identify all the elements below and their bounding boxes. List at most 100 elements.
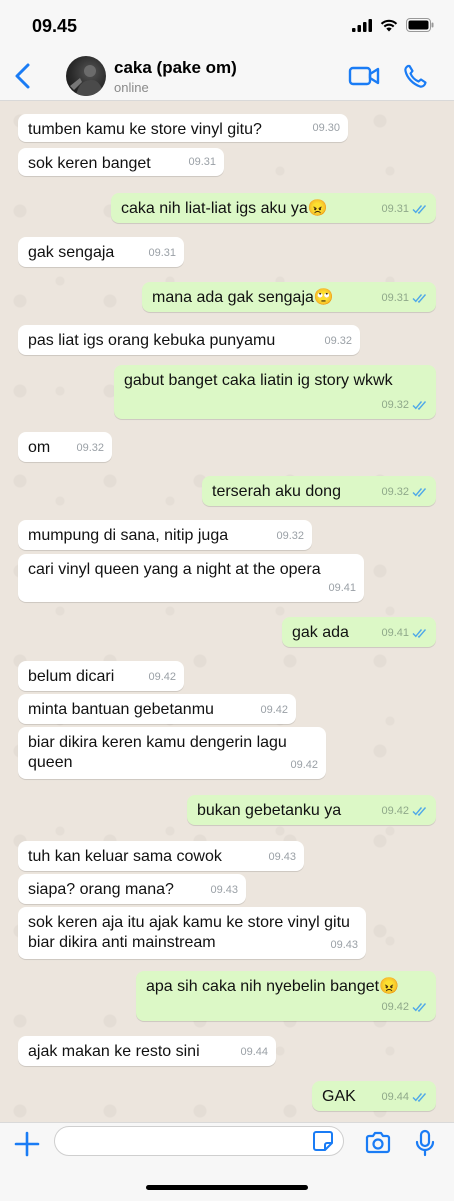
- video-call-icon[interactable]: [348, 62, 380, 90]
- message-time: 09.42: [148, 671, 176, 683]
- message-time: 09.31: [381, 203, 409, 215]
- plus-icon[interactable]: [14, 1131, 40, 1157]
- message-meta: 09.42: [381, 801, 428, 821]
- message-text: mumpung di sana, nitip juga: [28, 527, 229, 544]
- message-incoming[interactable]: ajak makan ke resto sini 09.44: [18, 1036, 276, 1066]
- message-text: terserah aku dong: [212, 483, 341, 500]
- contact-name[interactable]: caka (pake om): [114, 58, 237, 78]
- message-time: 09.32: [381, 399, 409, 411]
- message-incoming[interactable]: biar dikira keren kamu dengerin lagu que…: [18, 727, 326, 779]
- read-receipt-icon: [412, 1003, 427, 1012]
- read-receipt-icon: [412, 488, 427, 497]
- message-text: tumben kamu ke store vinyl gitu?: [28, 121, 262, 138]
- message-outgoing[interactable]: gak ada 09.41: [282, 617, 436, 647]
- message-text: sok keren banget: [28, 155, 151, 172]
- read-receipt-icon: [412, 629, 427, 638]
- read-receipt-icon: [412, 807, 427, 816]
- avatar[interactable]: [66, 56, 106, 96]
- message-incoming[interactable]: pas liat igs orang kebuka punyamu 09.32: [18, 325, 360, 355]
- message-time: 09.42: [260, 704, 288, 716]
- message-outgoing[interactable]: caka nih liat-liat igs aku ya😠 09.31: [111, 193, 436, 223]
- read-receipt-icon: [412, 294, 427, 303]
- message-incoming[interactable]: mumpung di sana, nitip juga 09.32: [18, 520, 312, 550]
- message-outgoing[interactable]: bukan gebetanku ya 09.42: [187, 795, 436, 825]
- signal-icon: [352, 18, 372, 32]
- message-incoming[interactable]: belum dicari 09.42: [18, 661, 184, 691]
- message-outgoing[interactable]: gabut banget caka liatin ig story wkwk 0…: [114, 365, 436, 419]
- message-text: caka nih liat-liat igs aku ya😠: [121, 200, 328, 217]
- message-text: belum dicari: [28, 668, 115, 685]
- message-time: 09.43: [330, 939, 358, 951]
- status-bar: 09.45: [0, 0, 454, 52]
- avatar-photo: [70, 65, 104, 96]
- message-outgoing[interactable]: GAK 09.44: [312, 1081, 436, 1111]
- sticker-icon[interactable]: [312, 1130, 334, 1152]
- message-incoming[interactable]: cari vinyl queen yang a night at the ope…: [18, 554, 364, 602]
- message-text: gak sengaja: [28, 244, 115, 261]
- read-receipt-icon: [412, 205, 427, 214]
- message-time: 09.43: [210, 884, 238, 896]
- message-text: mana ada gak sengaja🙄: [152, 289, 334, 306]
- message-incoming[interactable]: tumben kamu ke store vinyl gitu? 09.30: [18, 114, 348, 142]
- message-text: gak ada: [292, 624, 349, 641]
- message-text: gabut banget caka liatin ig story wkwk: [124, 372, 393, 389]
- message-text: sok keren aja itu ajak kamu ke store vin…: [28, 914, 350, 951]
- message-text: pas liat igs orang kebuka punyamu: [28, 332, 276, 349]
- message-outgoing[interactable]: apa sih caka nih nyebelin banget😠 09.42: [136, 971, 436, 1021]
- message-incoming[interactable]: minta bantuan gebetanmu 09.42: [18, 694, 296, 724]
- message-meta: 09.31: [381, 199, 428, 219]
- message-text: GAK: [322, 1088, 356, 1105]
- chat-header: caka (pake om) online: [0, 52, 454, 101]
- message-incoming[interactable]: tuh kan keluar sama cowok 09.43: [18, 841, 304, 871]
- message-time: 09.32: [324, 335, 352, 347]
- microphone-icon[interactable]: [414, 1129, 436, 1157]
- message-time: 09.43: [268, 851, 296, 863]
- message-meta: 09.42: [381, 997, 428, 1017]
- message-time: 09.44: [381, 1091, 409, 1103]
- read-receipt-icon: [412, 1093, 427, 1102]
- message-time: 09.44: [240, 1046, 268, 1058]
- message-text: bukan gebetanku ya: [197, 802, 342, 819]
- message-outgoing[interactable]: terserah aku dong 09.32: [202, 476, 436, 506]
- message-incoming[interactable]: om 09.32: [18, 432, 112, 462]
- message-incoming[interactable]: sok keren aja itu ajak kamu ke store vin…: [18, 907, 366, 959]
- message-time: 09.41: [381, 627, 409, 639]
- battery-icon: [406, 18, 434, 32]
- message-meta: 09.31: [381, 288, 428, 308]
- message-meta: 09.32: [381, 482, 428, 502]
- status-time: 09.45: [32, 16, 78, 36]
- phone-call-icon[interactable]: [402, 62, 428, 90]
- message-text: minta bantuan gebetanmu: [28, 701, 214, 718]
- message-text: biar dikira keren kamu dengerin lagu que…: [28, 734, 287, 771]
- message-meta: 09.44: [381, 1087, 428, 1107]
- message-incoming[interactable]: siapa? orang mana? 09.43: [18, 874, 246, 904]
- message-time: 09.42: [381, 1001, 409, 1013]
- status-icons: [352, 18, 434, 32]
- message-time: 09.32: [76, 442, 104, 454]
- message-time: 09.42: [381, 805, 409, 817]
- message-time: 09.31: [188, 156, 216, 168]
- message-time: 09.31: [381, 292, 409, 304]
- message-incoming[interactable]: sok keren banget 09.31: [18, 148, 224, 176]
- message-time: 09.42: [290, 759, 318, 771]
- message-text: om: [28, 439, 51, 456]
- camera-icon[interactable]: [364, 1131, 392, 1155]
- message-input[interactable]: [54, 1126, 344, 1156]
- message-time: 09.32: [276, 530, 304, 542]
- message-incoming[interactable]: gak sengaja 09.31: [18, 237, 184, 267]
- home-indicator: [146, 1185, 308, 1190]
- chat-messages[interactable]: tumben kamu ke store vinyl gitu? 09.30 s…: [0, 101, 454, 1122]
- message-time: 09.30: [312, 122, 340, 134]
- message-time: 09.32: [381, 486, 409, 498]
- back-chevron-icon[interactable]: [12, 62, 36, 90]
- message-text: siapa? orang mana?: [28, 881, 174, 898]
- message-input-bar: [0, 1122, 454, 1201]
- message-text: ajak makan ke resto sini: [28, 1043, 200, 1060]
- message-text: cari vinyl queen yang a night at the ope…: [28, 561, 321, 578]
- message-meta: 09.32: [381, 395, 428, 415]
- message-outgoing[interactable]: mana ada gak sengaja🙄 09.31: [142, 282, 436, 312]
- message-meta: 09.41: [381, 623, 428, 643]
- contact-status: online: [114, 80, 149, 95]
- read-receipt-icon: [412, 401, 427, 410]
- wifi-icon: [380, 19, 398, 31]
